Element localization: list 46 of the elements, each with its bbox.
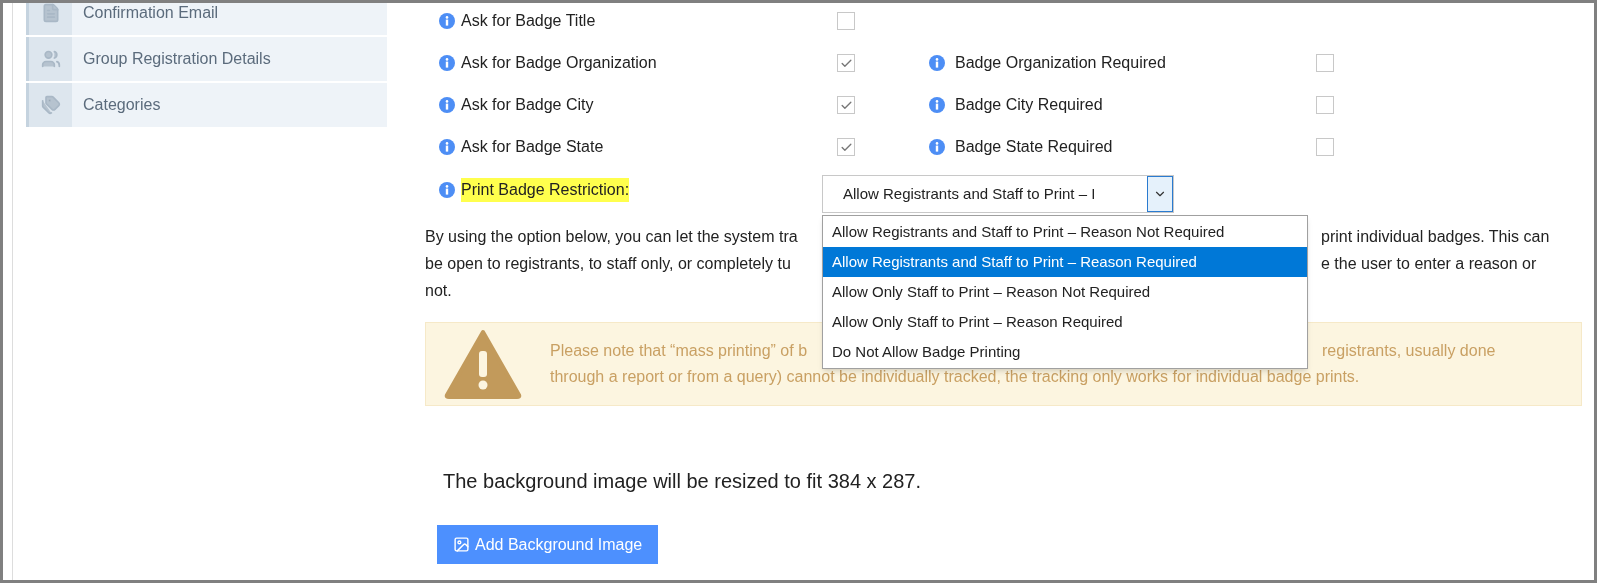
info-icon[interactable] — [439, 139, 455, 155]
description-text: By using the option below, you can let the system tra — [425, 227, 799, 247]
description-text: e the user to enter a reason or — [1321, 254, 1537, 274]
description-text: print individual badges. This can — [1321, 227, 1550, 247]
info-icon[interactable] — [439, 55, 455, 71]
warning-text: registrants, usually done — [1322, 341, 1496, 361]
info-icon[interactable] — [439, 13, 455, 29]
info-icon[interactable] — [439, 182, 455, 198]
image-icon — [453, 536, 470, 553]
select-field[interactable]: Allow Registrants and Staff to Print – I — [822, 175, 1174, 213]
info-icon[interactable] — [929, 55, 945, 71]
users-icon — [40, 49, 61, 69]
field-label: Badge Organization Required — [955, 53, 1167, 73]
dropdown-option[interactable]: Do Not Allow Badge Printing — [823, 337, 1307, 367]
background-size-note: The background image will be resized to fit 384 x 287. — [443, 469, 923, 494]
tag-icon — [40, 95, 61, 115]
dropdown-option[interactable]: Allow Only Staff to Print – Reason Required — [823, 307, 1307, 337]
warning-icon — [444, 329, 522, 399]
field-label: Badge City Required — [955, 95, 1104, 115]
description-text: not. — [425, 281, 453, 301]
field-label: Ask for Badge Title — [461, 11, 597, 31]
description-text: be open to registrants, to staff only, or completely tu — [425, 254, 792, 274]
dropdown-option[interactable]: Allow Registrants and Staff to Print – Reason Required — [823, 247, 1307, 277]
checkbox[interactable] — [837, 138, 855, 156]
info-icon[interactable] — [929, 97, 945, 113]
sidebar-item[interactable]: Confirmation Email — [26, 3, 387, 35]
field-label: Ask for Badge City — [461, 95, 595, 115]
dropdown-option[interactable]: Allow Only Staff to Print – Reason Not Required — [823, 277, 1307, 307]
checkbox[interactable] — [1316, 138, 1334, 156]
checkbox[interactable] — [1316, 54, 1334, 72]
dropdown-option[interactable]: Allow Registrants and Staff to Print – Reason Not Required — [823, 217, 1307, 247]
info-icon[interactable] — [439, 97, 455, 113]
warning-text: through a report or from a query) cannot be individually tracked, the tracking only works for individual badge prints. — [550, 367, 1360, 387]
sidebar-item[interactable]: Categories — [26, 83, 387, 127]
checkbox[interactable] — [837, 96, 855, 114]
field-label: Ask for Badge Organization — [461, 53, 658, 73]
checkbox[interactable] — [837, 54, 855, 72]
field-label: Badge State Required — [955, 137, 1114, 157]
field-label: Ask for Badge State — [461, 137, 605, 157]
checkbox[interactable] — [837, 12, 855, 30]
info-icon[interactable] — [929, 139, 945, 155]
sidebar-item[interactable]: Group Registration Details — [26, 37, 387, 81]
checkbox[interactable] — [1316, 96, 1334, 114]
dropdown-button[interactable] — [1147, 176, 1173, 212]
warning-text: Please note that “mass printing” of b — [550, 341, 809, 361]
field-label: Print Badge Restriction: — [461, 178, 630, 202]
